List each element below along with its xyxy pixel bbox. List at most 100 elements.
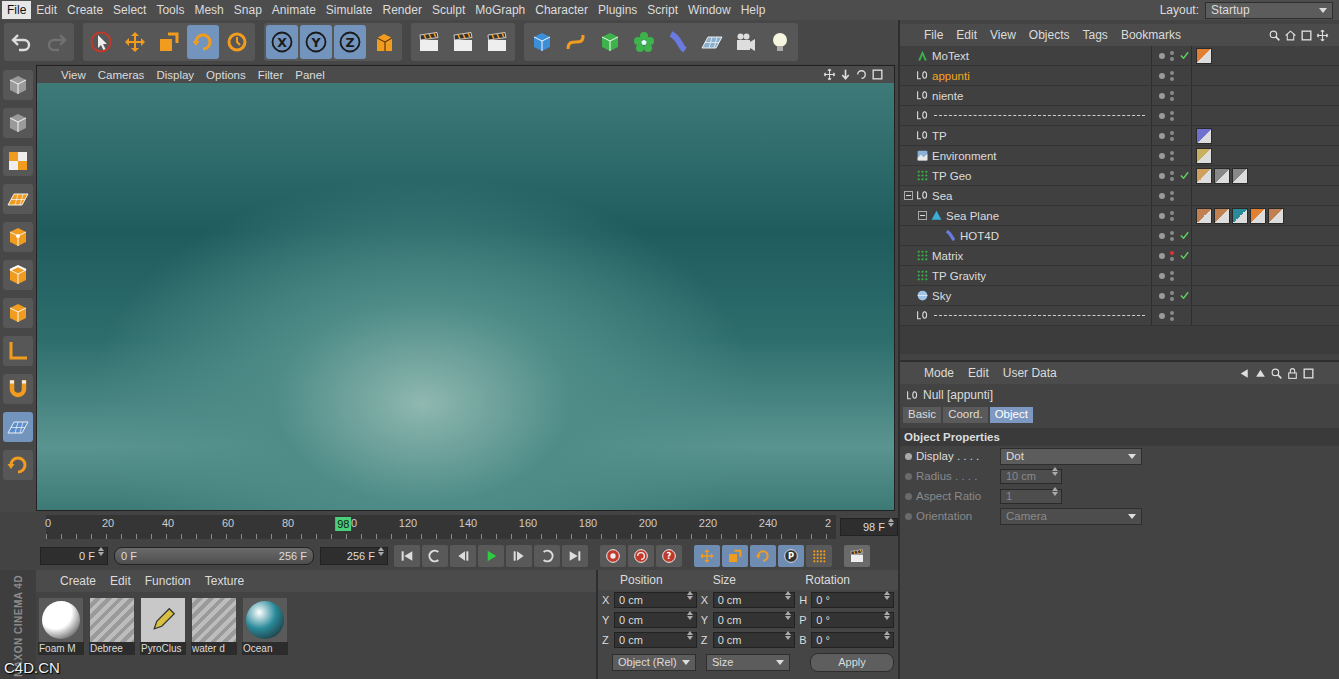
material-item[interactable]: water d (191, 598, 237, 655)
mode-button[interactable] (3, 70, 33, 100)
material-item[interactable]: Ocean (242, 598, 288, 655)
visibility-toggle[interactable] (1170, 291, 1174, 301)
key-filter-button[interactable] (806, 545, 832, 567)
tag-icon[interactable] (1232, 208, 1248, 224)
tool-button[interactable] (447, 25, 479, 59)
mode-button[interactable] (3, 412, 33, 442)
tag-icon[interactable] (1250, 208, 1266, 224)
viewport-nav-button[interactable] (855, 68, 868, 81)
playback-button[interactable] (506, 545, 532, 567)
attribute-tool[interactable] (1254, 367, 1267, 380)
visibility-toggle[interactable] (1170, 231, 1174, 241)
enable-cell[interactable] (1179, 290, 1190, 301)
object-row[interactable]: appunti (900, 66, 1339, 86)
material-item[interactable]: PyroClus (140, 598, 186, 655)
attribute-tool[interactable] (1302, 367, 1315, 380)
viewport-menu-item[interactable]: View (61, 69, 86, 81)
layer-dot[interactable] (1159, 53, 1165, 59)
tag-icon[interactable] (1196, 208, 1212, 224)
menu-item[interactable]: Edit (31, 1, 62, 19)
visibility-toggle[interactable] (1170, 271, 1174, 281)
expand-toggle[interactable] (918, 211, 927, 220)
layer-dot[interactable] (1159, 173, 1165, 179)
layout-dropdown[interactable]: Startup (1205, 2, 1333, 19)
menu-item[interactable]: File (2, 1, 31, 19)
coordinate-field[interactable]: 0 ° (811, 612, 894, 628)
menu-item[interactable]: Window (683, 1, 736, 19)
coordinate-field[interactable]: 0 cm (614, 592, 697, 608)
tag-icon[interactable] (1214, 168, 1230, 184)
layer-dot[interactable] (1159, 253, 1165, 259)
viewport-nav-button[interactable] (871, 68, 884, 81)
enable-cell[interactable] (1179, 110, 1190, 121)
animation-dot[interactable] (905, 513, 912, 520)
visibility-toggle[interactable] (1170, 251, 1174, 261)
visibility-toggle[interactable] (1170, 171, 1174, 181)
key-filter-button[interactable] (750, 545, 776, 567)
mode-button[interactable] (3, 260, 33, 290)
visibility-toggle[interactable] (1170, 311, 1174, 321)
animation-dot[interactable] (905, 453, 912, 460)
viewport[interactable]: ViewCamerasDisplayOptionsFilterPanel (36, 65, 895, 511)
tag-icon[interactable] (1232, 168, 1248, 184)
range-slider[interactable]: 0 F256 F (114, 547, 314, 565)
object-row[interactable]: Environment (900, 146, 1339, 166)
menu-item[interactable]: MoGraph (470, 1, 530, 19)
menu-item[interactable]: Snap (229, 1, 267, 19)
visibility-toggle[interactable] (1170, 151, 1174, 161)
expand-toggle[interactable] (904, 191, 913, 200)
menu-item[interactable]: Script (642, 1, 683, 19)
menu-item[interactable]: Plugins (593, 1, 642, 19)
visibility-toggle[interactable] (1170, 211, 1174, 221)
layer-dot[interactable] (1159, 273, 1165, 279)
visibility-toggle[interactable] (1170, 91, 1174, 101)
object-row[interactable]: niente (900, 86, 1339, 106)
material-menu-item[interactable]: Edit (110, 574, 131, 588)
object-row[interactable]: Sea Plane (900, 206, 1339, 226)
playback-button[interactable] (394, 545, 420, 567)
viewport-nav-button[interactable] (839, 68, 852, 81)
tool-button[interactable] (6, 25, 38, 59)
attribute-tool[interactable] (1270, 367, 1283, 380)
tool-button[interactable] (764, 25, 796, 59)
coordinate-field[interactable]: 0 cm (614, 632, 697, 648)
object-row[interactable] (900, 306, 1339, 326)
coordinate-field[interactable]: 0 ° (811, 592, 894, 608)
tool-button[interactable]: X (266, 25, 298, 59)
layer-dot[interactable] (1159, 193, 1165, 199)
timeline-button[interactable] (844, 545, 870, 567)
attribute-tool[interactable] (1286, 367, 1299, 380)
size-mode-dropdown[interactable]: Size (706, 654, 790, 671)
timeline-ruler[interactable]: 0204060801001201401601802002202402 98 (46, 515, 836, 539)
menu-item[interactable]: Select (108, 1, 151, 19)
menu-item[interactable]: Tools (151, 1, 189, 19)
tag-icon[interactable] (1196, 148, 1212, 164)
mode-button[interactable] (3, 298, 33, 328)
tag-icon[interactable] (1196, 128, 1212, 144)
object-row[interactable]: Matrix (900, 246, 1339, 266)
layer-dot[interactable] (1159, 113, 1165, 119)
material-menu-item[interactable]: Function (145, 574, 191, 588)
object-manager-tool[interactable] (1284, 29, 1297, 42)
tool-button[interactable] (662, 25, 694, 59)
visibility-toggle[interactable] (1170, 71, 1174, 81)
object-row[interactable]: HOT4D (900, 226, 1339, 246)
enable-cell[interactable] (1179, 170, 1190, 181)
object-manager-tool[interactable] (1316, 29, 1329, 42)
layer-dot[interactable] (1159, 153, 1165, 159)
object-row[interactable]: Sea (900, 186, 1339, 206)
enable-cell[interactable] (1179, 150, 1190, 161)
playback-button[interactable] (478, 545, 504, 567)
tool-button[interactable] (594, 25, 626, 59)
tool-button[interactable] (153, 25, 185, 59)
material-item[interactable]: Debree (89, 598, 135, 655)
attribute-menu-item[interactable]: Edit (968, 366, 989, 380)
playback-button[interactable] (562, 545, 588, 567)
tool-button[interactable] (368, 25, 400, 59)
tool-button[interactable] (40, 25, 72, 59)
viewport-menu-item[interactable]: Filter (258, 69, 284, 81)
key-filter-button[interactable] (722, 545, 748, 567)
coordinate-field[interactable]: 0 ° (811, 632, 894, 648)
apply-button[interactable]: Apply (810, 653, 894, 672)
object-menu-item[interactable]: Tags (1083, 28, 1108, 42)
